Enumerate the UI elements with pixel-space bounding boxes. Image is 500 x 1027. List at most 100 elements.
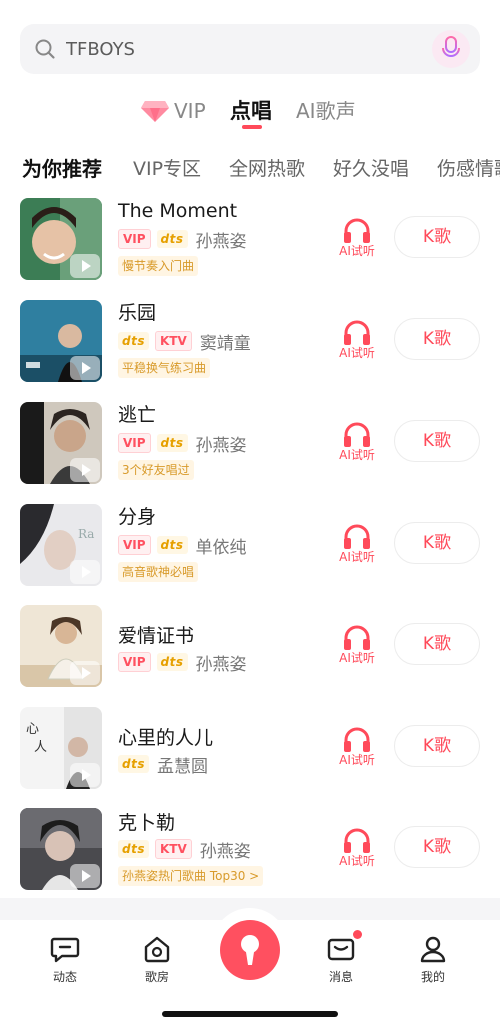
karaoke-button[interactable]: K歌 [394,216,480,258]
play-icon [81,769,91,781]
play-preview-button[interactable] [70,763,100,787]
tab-vip[interactable]: VIP [140,95,206,127]
play-preview-button[interactable] [70,560,100,584]
nav-messages[interactable]: 消息 [306,934,376,986]
dts-badge: dts [118,755,149,773]
song-meta: VIP dts 孙燕姿 [118,650,247,675]
karaoke-button[interactable]: K歌 [394,318,480,360]
tab-sing[interactable]: 点唱 [230,95,272,127]
tab-vip-label: VIP [174,99,206,123]
house-icon [144,936,170,963]
headphones-icon [344,625,370,650]
artist-name[interactable]: 孙燕姿 [200,837,251,862]
nav-room[interactable]: 歌房 [122,934,192,986]
song-cover[interactable] [20,300,102,382]
dts-badge: dts [156,230,188,248]
song-cover[interactable] [20,808,102,890]
play-preview-button[interactable] [70,661,100,685]
song-tip: 高音歌神必唱 [118,562,199,582]
song-cover[interactable]: 心 人 [20,707,102,789]
karaoke-button[interactable]: K歌 [394,623,480,665]
song-meta: dts KTV 窦靖童 [118,329,251,354]
ai-listen-button[interactable]: AI试听 [334,320,380,366]
artist-name[interactable]: 孟慧圆 [157,752,208,777]
center-sing-button[interactable] [220,920,280,980]
artist-name[interactable]: 孙燕姿 [196,431,247,456]
unread-dot [353,930,362,939]
voice-search-button[interactable] [432,30,470,68]
song-title: 逃亡 [118,404,157,426]
search-icon [35,39,55,59]
dts-badge: dts [118,332,149,350]
play-preview-button[interactable] [70,864,100,888]
search-bar[interactable] [20,24,480,74]
song-title: 克卜勒 [118,812,176,834]
play-icon [81,667,91,679]
nav-feed[interactable]: 动态 [30,934,100,986]
active-tab-indicator [242,125,262,129]
ai-listen-button[interactable]: AI试听 [334,828,380,874]
ai-listen-button[interactable]: AI试听 [334,727,380,773]
home-indicator [162,1011,338,1017]
song-title: 心里的人儿 [118,727,214,749]
artist-name[interactable]: 窦靖童 [200,329,251,354]
song-row[interactable]: 心 人 心里的人儿 dts 孟慧圆 AI试听 K歌 [0,707,500,803]
ai-listen-button[interactable]: AI试听 [334,625,380,671]
song-title: The Moment [118,200,238,222]
karaoke-button[interactable]: K歌 [394,826,480,868]
category-sad-songs[interactable]: 伤感情歌 [437,152,500,186]
song-row[interactable]: Ra 分身 VIP dts 单依纯 高音歌神必唱 AI试听 K歌 [0,504,500,600]
dts-badge: dts [156,653,188,671]
song-tip: 平稳换气练习曲 [118,358,211,378]
play-preview-button[interactable] [70,356,100,380]
artist-name[interactable]: 孙燕姿 [196,227,247,252]
headphones-icon [344,422,370,447]
song-row[interactable]: 爱情证书 VIP dts 孙燕姿 AI试听 K歌 [0,605,500,701]
category-hot-songs[interactable]: 全网热歌 [229,152,305,186]
song-row[interactable]: 克卜勒 dts KTV 孙燕姿 孙燕姿热门歌曲 Top30 > AI试听 K歌 [0,808,500,904]
song-row[interactable]: The Moment VIP dts 孙燕姿 慢节奏入门曲 AI试听 K歌 [0,198,500,294]
vip-badge: VIP [118,229,151,249]
song-cover[interactable] [20,402,102,484]
headphones-icon [344,218,370,243]
ai-listen-button[interactable]: AI试听 [334,422,380,468]
song-row[interactable]: 逃亡 VIP dts 孙燕姿 3个好友唱过 AI试听 K歌 [0,402,500,498]
karaoke-button[interactable]: K歌 [394,420,480,462]
artist-top-songs-link[interactable]: 孙燕姿热门歌曲 Top30 > [118,866,264,886]
song-cover[interactable]: Ra [20,504,102,586]
category-tabs: 为你推荐 VIP专区 全网热歌 好久没唱 伤感情歌 [0,152,500,186]
nav-mine[interactable]: 我的 [398,934,468,986]
ai-listen-button[interactable]: AI试听 [334,524,380,570]
play-icon [81,464,91,476]
ai-listen-label: AI试听 [339,346,375,360]
song-meta: VIP dts 孙燕姿 [118,431,247,456]
song-cover[interactable] [20,198,102,280]
artist-name[interactable]: 孙燕姿 [196,650,247,675]
category-recommended[interactable]: 为你推荐 [22,152,102,186]
headphones-icon [344,320,370,345]
microphone-icon [241,935,259,965]
category-long-time[interactable]: 好久没唱 [333,152,409,186]
search-input[interactable] [66,34,426,64]
ai-listen-button[interactable]: AI试听 [334,218,380,264]
play-icon [81,260,91,272]
vip-badge: VIP [118,433,151,453]
svg-text:心: 心 [26,722,39,737]
mode-tabs: VIP 点唱 AI歌声 [0,95,500,135]
song-title: 分身 [118,506,157,528]
play-preview-button[interactable] [70,458,100,482]
artist-name[interactable]: 单依纯 [196,533,247,558]
vip-badge: VIP [118,535,151,555]
svg-text:人: 人 [34,740,47,755]
ktv-badge: KTV [154,331,192,351]
play-preview-button[interactable] [70,254,100,278]
song-cover[interactable] [20,605,102,687]
dts-badge: dts [156,434,188,452]
ai-listen-label: AI试听 [339,244,375,258]
play-icon [81,362,91,374]
karaoke-button[interactable]: K歌 [394,522,480,564]
tab-ai-voice[interactable]: AI歌声 [296,95,356,127]
category-vip-zone[interactable]: VIP专区 [133,152,201,186]
karaoke-button[interactable]: K歌 [394,725,480,767]
song-row[interactable]: 乐园 dts KTV 窦靖童 平稳换气练习曲 AI试听 K歌 [0,300,500,396]
